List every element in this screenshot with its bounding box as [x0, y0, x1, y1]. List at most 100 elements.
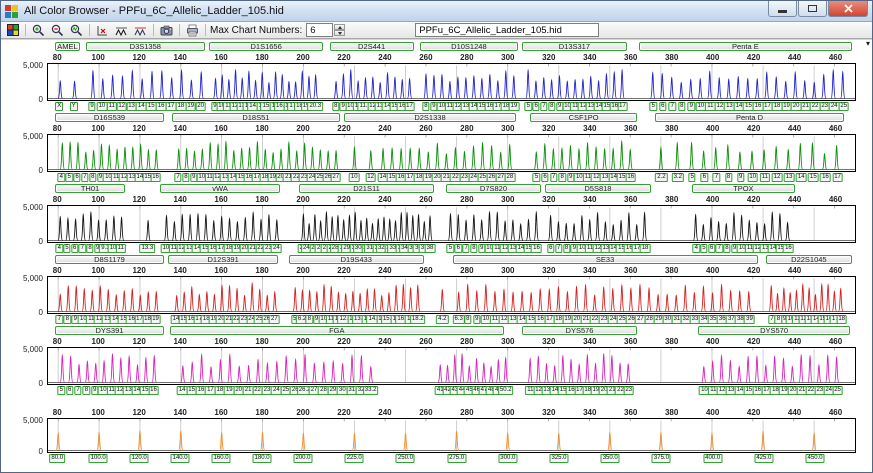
- allele-box: 27: [330, 173, 342, 182]
- y-axis-zero-label: 0: [38, 166, 43, 175]
- marker-box: Penta D: [655, 113, 844, 122]
- axis-tick-label: 80: [52, 266, 62, 275]
- zoom-in-button[interactable]: [30, 22, 47, 38]
- axis-tick-label: 440: [787, 53, 802, 62]
- marker-box: D10S1248: [419, 42, 519, 51]
- minimize-icon: [778, 9, 787, 13]
- axis-tick-label: 140: [173, 408, 187, 417]
- title-bar[interactable]: All Color Browser - PPFu_6C_Allelic_Ladd…: [1, 1, 872, 22]
- color-browser-button[interactable]: [4, 22, 21, 38]
- print-button[interactable]: [184, 22, 201, 38]
- chart-wrapper: 5,000 0: [23, 132, 856, 175]
- axis-tick-label: 200: [296, 124, 310, 133]
- max-chart-numbers-value[interactable]: 6: [306, 23, 334, 37]
- axis-tick-label: 220: [337, 195, 351, 204]
- axis-tick-label: 400: [705, 408, 720, 417]
- camera-button[interactable]: [158, 22, 175, 38]
- chart-plot-green[interactable]: [47, 134, 856, 172]
- axis-tick-label: 260: [419, 408, 433, 417]
- allele-box: 5: [446, 244, 455, 253]
- allele-box: 5: [688, 173, 696, 182]
- axis-tick-label: 460: [828, 53, 843, 62]
- zoom-out-button[interactable]: [49, 22, 66, 38]
- axis-tick-label: 420: [746, 408, 761, 417]
- spin-down-button[interactable]: [334, 30, 346, 36]
- axis-tick-label: 380: [664, 337, 679, 346]
- axis-tick-label: 400: [705, 124, 720, 133]
- marker-box: D5S818: [544, 184, 652, 193]
- allele-box: 6: [707, 244, 716, 253]
- zoom-plot-button[interactable]: [68, 22, 85, 38]
- allele-box: 7: [81, 173, 89, 182]
- axis-tick-label: 360: [624, 124, 638, 133]
- axis-tick-label: 340: [583, 266, 597, 275]
- allele-box: 19: [508, 102, 520, 111]
- show-peak-sizes-icon: [115, 27, 127, 36]
- axis-tick-label: 200: [296, 266, 310, 275]
- axis-tick-label: 140: [173, 266, 187, 275]
- remove-size-button[interactable]: [94, 22, 111, 38]
- axis-tick-label: 380: [664, 124, 679, 133]
- axis-tick-label: 220: [337, 124, 351, 133]
- axis-tick-label: 440: [787, 195, 802, 204]
- show-peak-sizes-button[interactable]: [113, 22, 130, 38]
- toolbar-separator: [179, 24, 180, 36]
- marker-box: D7S820: [446, 184, 541, 193]
- chart-plot-orange[interactable]: [47, 418, 856, 453]
- chart-row: D16S539 D18S51 D2S1338 CSF1PO Penta D 80 100 12…: [1, 113, 872, 184]
- remove-size-icon: [97, 25, 107, 35]
- allele-box: 25: [838, 102, 850, 111]
- zoom-plot-icon: [70, 24, 83, 36]
- close-button[interactable]: [828, 1, 868, 17]
- max-chart-numbers-label: Max Chart Numbers:: [210, 24, 303, 36]
- axis-tick-label: 160: [214, 195, 228, 204]
- chart-plot-blue[interactable]: [47, 63, 856, 101]
- show-peak-alleles-button[interactable]: [132, 22, 149, 38]
- allele-box: 19: [150, 315, 161, 324]
- allele-box: 300.0: [498, 454, 518, 463]
- axis-tick-label: 300: [501, 124, 515, 133]
- axis-tick-label: 180: [255, 337, 269, 346]
- axis-tick-label: 360: [624, 53, 638, 62]
- axis-tick-label: 320: [542, 337, 556, 346]
- allele-box: 13.3: [139, 244, 156, 253]
- chart-plot-red[interactable]: [47, 276, 856, 314]
- allele-box: 140.0: [170, 454, 190, 463]
- allele-box: 6: [532, 102, 540, 111]
- marker-box: TH01: [55, 184, 125, 193]
- marker-box: TPOX: [692, 184, 795, 193]
- close-icon: [843, 4, 853, 13]
- marker-header-row: TH01 vWA D21S11 D7S820 D5S818 TPOX: [47, 184, 856, 195]
- allele-box: 4: [692, 244, 700, 253]
- printer-icon: [187, 24, 198, 36]
- axis-tick-label: 360: [624, 266, 638, 275]
- marker-box: FGA: [169, 326, 504, 335]
- minimize-button[interactable]: [768, 1, 797, 17]
- axis-tick-label: 180: [255, 266, 269, 275]
- axis-tick-label: 380: [664, 53, 679, 62]
- axis-tick-label: 220: [337, 337, 351, 346]
- maximize-button[interactable]: [798, 1, 827, 17]
- allele-box: 100.0: [88, 454, 108, 463]
- chart-plot-black[interactable]: [47, 205, 856, 243]
- allele-box: 8: [678, 102, 686, 111]
- axis-tick-label: 460: [828, 337, 843, 346]
- allele-box: 8: [562, 244, 571, 253]
- y-axis-zero-label: 0: [38, 308, 43, 317]
- sample-file-field[interactable]: [415, 23, 600, 37]
- axis-tick-label: 440: [787, 337, 802, 346]
- toolbar-separator: [25, 24, 26, 36]
- axis-tick-label: 100: [91, 408, 105, 417]
- chart-plot-magenta[interactable]: [47, 347, 856, 385]
- allele-box: 7: [668, 102, 676, 111]
- allele-box: 8: [724, 173, 733, 182]
- axis-tick-label: 300: [501, 195, 515, 204]
- axis-tick-label: 400: [705, 337, 720, 346]
- axis-tick-label: 280: [460, 124, 474, 133]
- allele-box: 8: [723, 244, 731, 253]
- marker-header-row: D16S539 D18S51 D2S1338 CSF1PO Penta D: [47, 113, 856, 124]
- allele-box: 120.0: [129, 454, 149, 463]
- allele-box: X: [55, 102, 64, 111]
- allele-box: 7: [549, 173, 558, 182]
- axis-tick-label: 420: [746, 266, 761, 275]
